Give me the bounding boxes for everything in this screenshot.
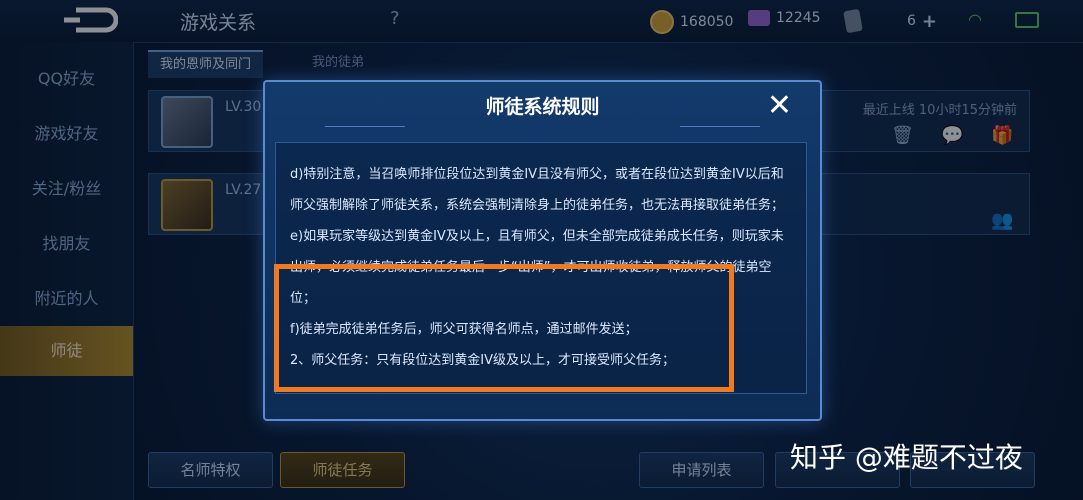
close-icon[interactable]: ✕ — [767, 88, 792, 123]
rule-line: d)特别注意，当召唤师排位段位达到黄金IV且没有师父，或者在段位达到黄金IV以后… — [290, 167, 784, 182]
highlight-box — [274, 264, 734, 392]
dialog-title: 师徒系统规则 — [485, 96, 600, 118]
rule-line: 师父强制解除了师徒关系，系统会强制清除身上的徒弟任务，也无法再接取徒弟任务； — [290, 198, 785, 213]
rule-line: e)如果玩家等级达到黄金IV及以上，且有师父，但未全部完成徒弟成长任务，则玩家未 — [290, 229, 784, 244]
watermark: 知乎 @难题不过夜 — [790, 441, 1023, 474]
